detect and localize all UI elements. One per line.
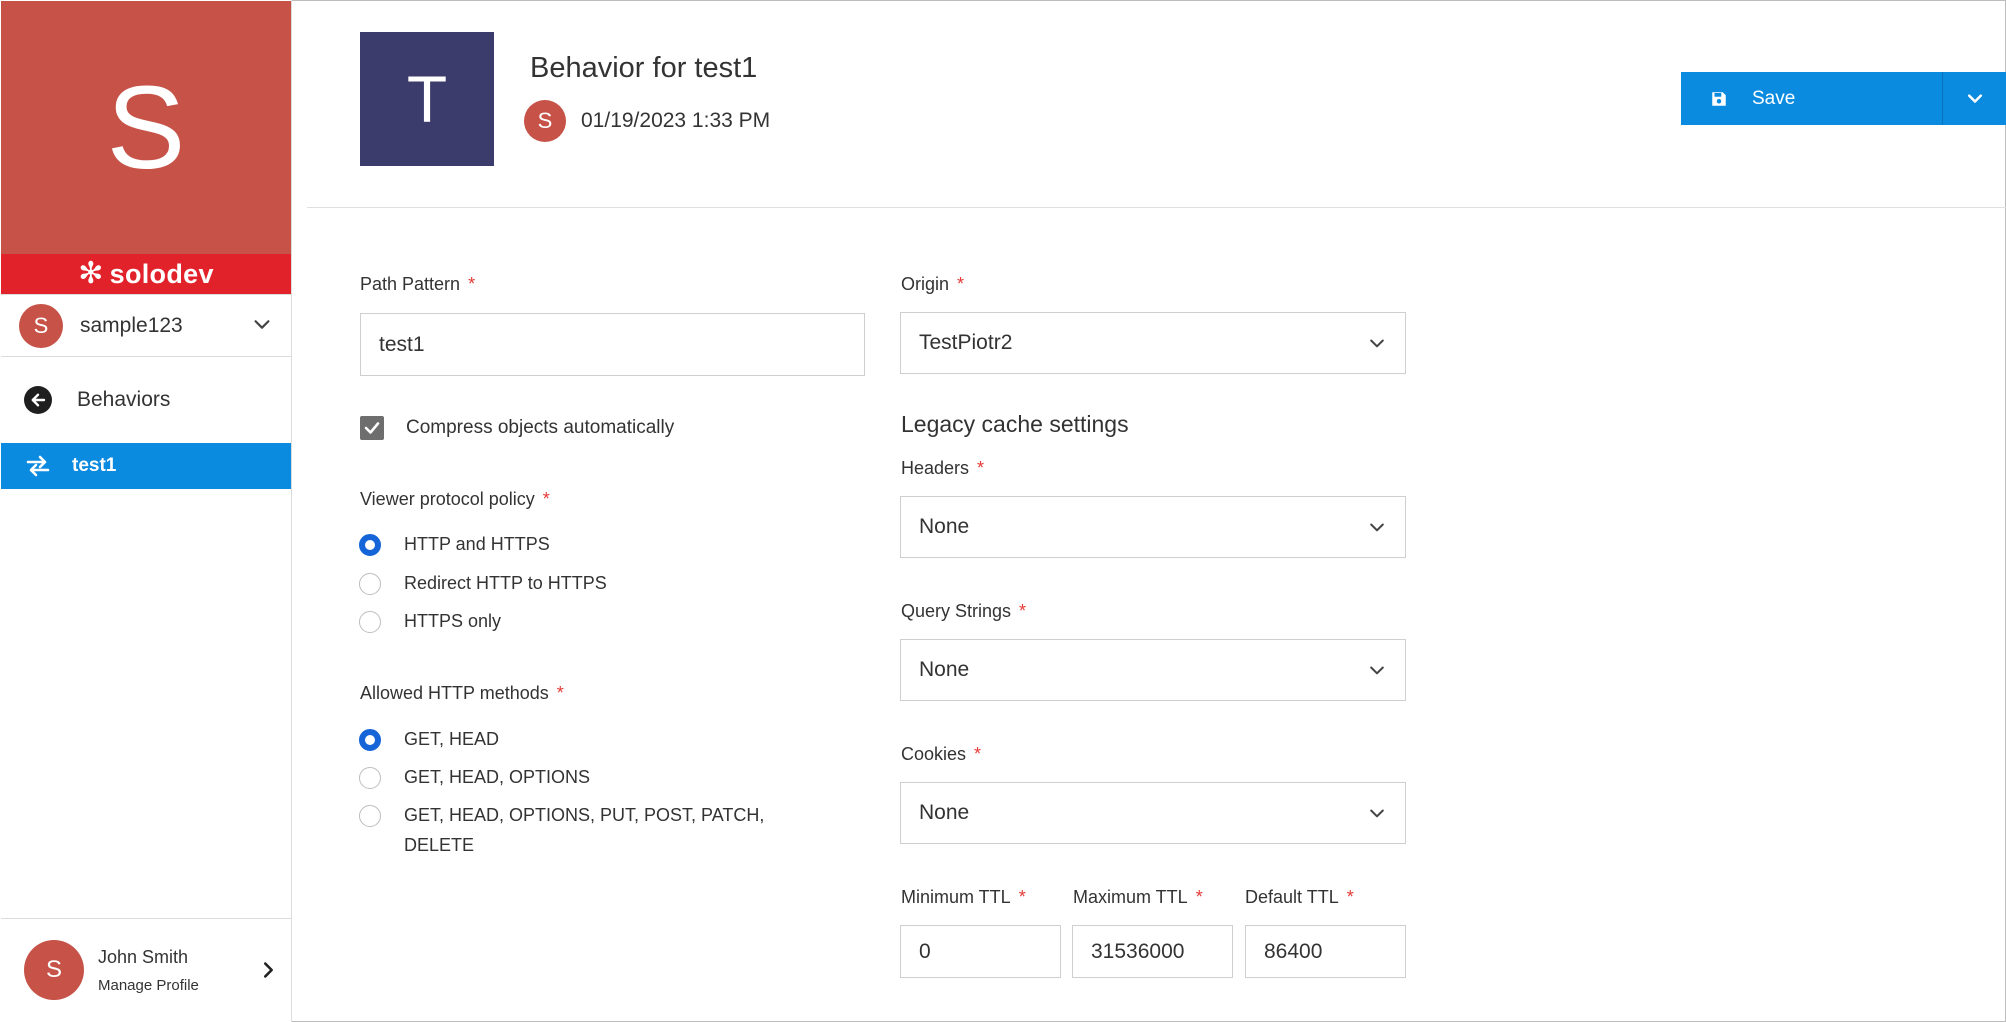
max-ttl-label: Maximum TTL *: [1073, 887, 1203, 907]
back-arrow-icon: [24, 386, 52, 414]
flower-icon: ✻: [78, 257, 104, 290]
viewer-policy-option[interactable]: Redirect HTTP to HTTPS: [359, 572, 607, 598]
compress-checkbox-row[interactable]: Compress objects automatically: [360, 416, 674, 440]
radio-label: GET, HEAD, OPTIONS, PUT, POST, PATCH, DE…: [404, 805, 765, 855]
cookies-value: None: [919, 801, 970, 824]
headers-label: Headers *: [901, 458, 985, 478]
default-ttl-label: Default TTL *: [1245, 887, 1354, 907]
compress-label: Compress objects automatically: [406, 417, 675, 438]
radio-unselected[interactable]: [359, 573, 381, 595]
chevron-down-icon: [1370, 666, 1384, 675]
back-to-behaviors-link[interactable]: Behaviors: [1, 371, 291, 429]
brand-logo: ✻ solodev: [1, 254, 291, 294]
profile-menu[interactable]: S John Smith Manage Profile: [1, 918, 291, 1021]
brand-name: solodev: [109, 258, 214, 289]
required-marker: *: [974, 744, 982, 764]
header-divider: [307, 207, 2006, 208]
min-ttl-label: Minimum TTL *: [901, 887, 1026, 907]
radio-unselected[interactable]: [359, 767, 381, 789]
allowed-methods-label: Allowed HTTP methods *: [360, 683, 564, 703]
page-title: Behavior for test1: [530, 52, 758, 84]
radio-unselected[interactable]: [359, 805, 381, 827]
back-label: Behaviors: [77, 388, 171, 411]
radio-label: Redirect HTTP to HTTPS: [404, 573, 607, 593]
floppy-disk-icon: [1712, 91, 1726, 106]
radio-label: GET, HEAD: [404, 729, 500, 749]
chevron-down-icon: [1370, 523, 1384, 532]
swap-arrows-icon: [26, 455, 50, 477]
origin-value: TestPiotr2: [919, 331, 1013, 354]
modified-date: 01/19/2023 1:33 PM: [581, 109, 771, 132]
origin-label: Origin *: [901, 274, 965, 294]
sidebar-item-label: test1: [72, 455, 117, 476]
site-name: sample123: [80, 313, 183, 337]
allowed-methods-option[interactable]: GET, HEAD, OPTIONS, PUT, POST, PATCH, DE…: [359, 804, 824, 860]
site-avatar: S: [1, 1, 291, 254]
allowed-methods-option[interactable]: GET, HEAD: [359, 728, 499, 754]
required-marker: *: [1019, 601, 1027, 621]
query-strings-value: None: [919, 658, 970, 681]
headers-select[interactable]: None: [900, 496, 1406, 558]
compress-checkbox[interactable]: [360, 416, 384, 440]
cookies-select[interactable]: None: [900, 782, 1406, 844]
chevron-right-icon[interactable]: [257, 959, 279, 981]
save-options-button[interactable]: [1942, 72, 2006, 125]
user-name: John Smith: [98, 946, 189, 967]
radio-selected[interactable]: [359, 729, 381, 751]
sidebar-item-test1[interactable]: test1: [1, 443, 291, 489]
sidebar: S ✻ solodev S sample123 Behaviors test1 …: [0, 0, 292, 1022]
viewer-policy-option[interactable]: HTTPS only: [359, 610, 501, 636]
required-marker: *: [957, 274, 965, 294]
radio-label: GET, HEAD, OPTIONS: [404, 767, 591, 787]
chevron-down-icon: [1370, 809, 1384, 818]
required-marker: *: [977, 458, 985, 478]
min-ttl-input[interactable]: 0: [900, 925, 1061, 978]
required-marker: *: [1195, 887, 1203, 907]
save-split-button: Save: [1681, 72, 2006, 125]
path-pattern-input[interactable]: test1: [360, 313, 865, 376]
header-meta: S 01/19/2023 1:33 PM: [524, 100, 770, 142]
checkmark-icon: [364, 422, 380, 434]
user-avatar: S: [24, 940, 84, 1000]
save-label: Save: [1752, 87, 1796, 109]
radio-selected[interactable]: [359, 534, 381, 556]
default-ttl-input[interactable]: 86400: [1245, 925, 1406, 978]
headers-value: None: [919, 515, 970, 538]
chevron-down-icon: [1967, 93, 1982, 103]
manage-profile-link[interactable]: Manage Profile: [98, 977, 199, 994]
chevron-down-icon: [1370, 339, 1384, 348]
author-avatar: S: [524, 100, 566, 142]
cookies-label: Cookies *: [901, 744, 982, 764]
site-avatar-small: S: [19, 303, 63, 348]
required-marker: *: [1018, 887, 1026, 907]
query-strings-label: Query Strings *: [901, 601, 1027, 621]
radio-label: HTTP and HTTPS: [404, 534, 550, 554]
required-marker: *: [1346, 887, 1354, 907]
behavior-avatar: T: [360, 32, 494, 166]
allowed-methods-option[interactable]: GET, HEAD, OPTIONS: [359, 766, 590, 792]
path-pattern-label: Path Pattern *: [360, 274, 476, 294]
radio-label: HTTPS only: [404, 611, 502, 631]
viewer-policy-label: Viewer protocol policy *: [360, 489, 550, 509]
legacy-cache-heading: Legacy cache settings: [901, 411, 1129, 437]
required-marker: *: [468, 274, 476, 294]
viewer-policy-option[interactable]: HTTP and HTTPS: [359, 533, 550, 559]
chevron-down-icon[interactable]: [251, 313, 273, 335]
radio-unselected[interactable]: [359, 611, 381, 633]
query-strings-select[interactable]: None: [900, 639, 1406, 701]
max-ttl-input[interactable]: 31536000: [1072, 925, 1233, 978]
origin-select[interactable]: TestPiotr2: [900, 312, 1406, 374]
save-button[interactable]: Save: [1681, 72, 1942, 125]
required-marker: *: [556, 683, 564, 703]
required-marker: *: [542, 489, 550, 509]
site-selector[interactable]: S sample123: [1, 294, 291, 357]
